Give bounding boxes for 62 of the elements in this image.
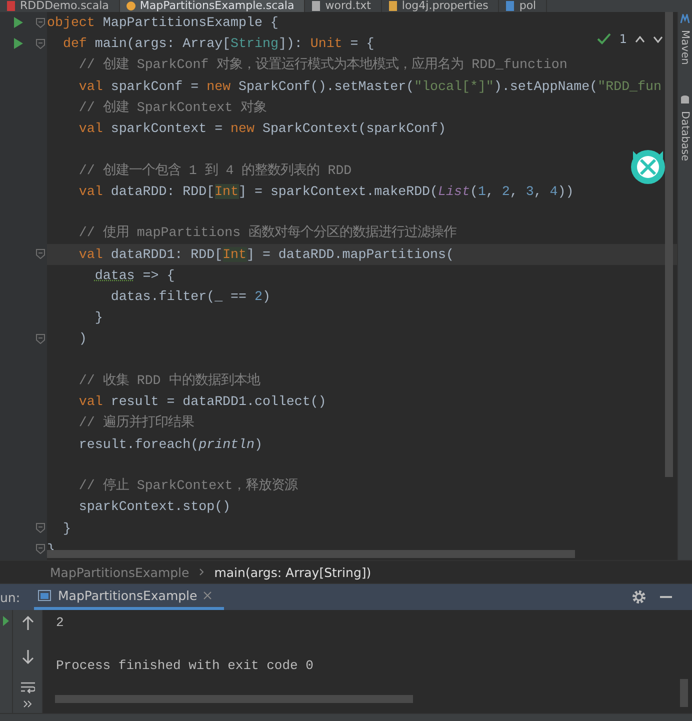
scrollbar-thumb[interactable] [55,695,413,703]
code-line: result.foreach(println) [78,436,262,452]
settings-icon[interactable] [632,590,646,604]
fold-icon[interactable] [36,18,45,28]
file-tab[interactable]: MapPartitionsExample.scala [120,0,306,12]
check-icon[interactable] [597,33,612,45]
fold-icon[interactable] [36,38,45,49]
code-line: // 停止 SparkContext，释放资源 [78,478,298,494]
code-line: // 收集 RDD 中的数据到本地 [78,373,260,388]
code-line: val sparkConf = new SparkConf().setMaster("local[*]").setAppName("RDD_fun [78,78,662,94]
run-tab[interactable]: MapPartitionsExample [34,584,224,610]
tool-window-label[interactable]: Maven [679,30,691,65]
code-line: val dataRDD1: RDD[Int] = dataRDD.mapPartitions( [78,246,454,262]
fold-icon[interactable] [36,334,45,344]
file-icon [126,1,136,11]
scrollbar-thumb[interactable] [665,12,673,477]
tool-window-label[interactable]: Database [679,110,691,161]
fold-icon[interactable] [36,249,45,260]
maven-icon[interactable] [680,14,690,24]
wrap-icon[interactable] [20,682,34,694]
console-icon [38,590,52,602]
breadcrumb-item[interactable]: MapPartitionsExample [50,564,190,580]
file-icon [6,1,16,11]
code-line: // 遍历并打印结果 [78,415,194,430]
file-icon [505,1,516,11]
code-line: datas => { [94,268,175,283]
inspection-count: 1 [619,32,627,46]
chevron-down-icon[interactable] [653,36,663,42]
console-line: Process finished with exit code 0 [56,658,314,673]
code-line: object MapPartitionsExample { [47,15,278,30]
code-line: datas.filter(_ == 2) [110,289,270,304]
code-line: sparkContext.stop() [78,499,231,514]
scrollbar-thumb[interactable] [680,679,688,707]
panel-title: un: [0,588,22,606]
chevron-up-icon[interactable] [635,36,645,42]
console-line: 2 [56,615,64,630]
code-line: val sparkContext = new SparkContext(sparkConf) [78,120,446,136]
run-icon[interactable] [14,17,23,28]
arrow-down-icon[interactable] [22,650,34,664]
code-line: } [94,310,103,326]
run-icon[interactable] [14,38,23,50]
code-line: val result = dataRDD1.collect() [78,394,326,410]
file-icon [311,1,322,11]
fold-icon[interactable] [36,523,45,534]
code-line: // 使用 mapPartitions 函数对每个分区的数据进行过滤操作 [78,225,457,240]
code-line: // 创建 SparkConf 对象，设置运行模式为本地模式，应用名为 RDD_function [78,57,568,72]
code-line: val dataRDD: RDD[Int] = sparkContext.makeRDD(List(1, 2, 3, 4)) [78,184,574,199]
file-icon [388,1,398,11]
code-line: def main(args: Array[String]): Unit = { [62,36,374,52]
code-line: ) [78,331,87,346]
code-line: // 创建一个包含 1 到 4 的整数列表的 RDD [78,162,352,178]
close-icon[interactable] [203,591,212,600]
database-icon[interactable] [680,94,690,105]
chevron-right-icon [199,568,204,576]
breadcrumb-item[interactable]: main(args: Array[String]) [214,564,372,580]
code-line: // 创建 SparkContext 对象 [78,100,267,115]
double-chevron-icon[interactable] [22,700,32,708]
arrow-up-icon[interactable] [22,616,34,630]
scrollbar-thumb[interactable] [47,550,575,558]
code-line: } [62,520,71,536]
run-icon[interactable] [3,616,9,626]
fold-icon[interactable] [36,544,45,554]
